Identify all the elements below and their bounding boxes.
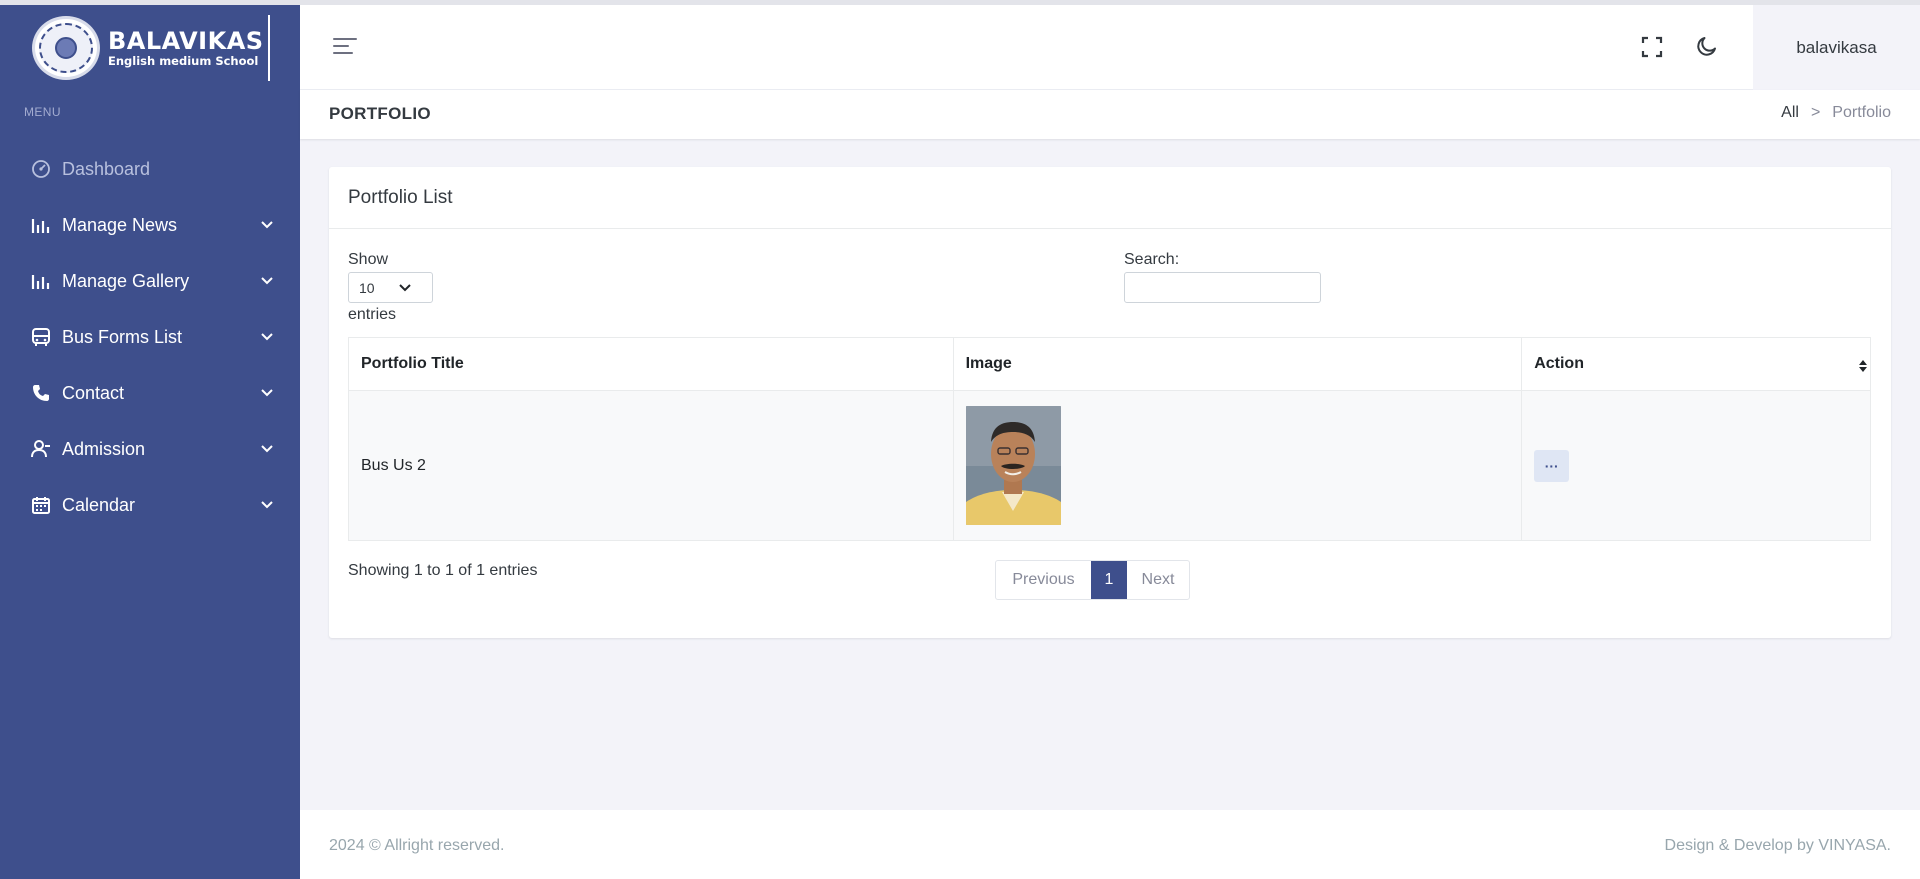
- sidebar-item-admission[interactable]: Admission: [0, 421, 300, 477]
- sidebar-item-label: Dashboard: [62, 158, 151, 179]
- sidebar-item-label: Admission: [62, 438, 146, 459]
- breadcrumb-link-all[interactable]: All: [1781, 104, 1799, 122]
- user-icon: [30, 438, 52, 460]
- breadcrumb-current: Portfolio: [1832, 104, 1891, 121]
- menu-heading: MENU: [24, 105, 61, 119]
- footer-credit: Design & Develop by VINYASA.: [1664, 837, 1891, 854]
- search-input[interactable]: [1124, 272, 1321, 303]
- calendar-icon: [30, 494, 52, 516]
- chevron-down-icon: [260, 330, 274, 344]
- school-seal-icon: [32, 16, 100, 80]
- speedometer-icon: [30, 158, 52, 180]
- sidebar-item-manage-gallery[interactable]: Manage Gallery: [0, 253, 300, 309]
- entries-select[interactable]: 10: [348, 272, 433, 303]
- sidebar-item-contact[interactable]: Contact: [0, 365, 300, 421]
- brand-logo[interactable]: BALAVIKAS English medium School: [32, 15, 270, 81]
- sidebar-nav: Dashboard Manage News Manage Gallery Bus…: [0, 141, 300, 533]
- sidebar-item-label: Bus Forms List: [62, 326, 183, 347]
- bus-icon: [30, 326, 52, 348]
- portfolio-table: Portfolio Title Image Action Bus Us 2 ··…: [348, 337, 1871, 541]
- sidebar-item-manage-news[interactable]: Manage News: [0, 197, 300, 253]
- bar-chart-icon: [30, 270, 52, 292]
- footer: 2024 © Allright reserved. Design & Devel…: [300, 810, 1920, 879]
- brand-title: BALAVIKAS: [108, 27, 264, 55]
- cell-image: [952, 390, 1523, 541]
- chevron-down-icon: [398, 281, 412, 295]
- cell-action: ···: [1521, 390, 1871, 541]
- sidebar: BALAVIKAS English medium School MENU Das…: [0, 0, 300, 879]
- card-header: Portfolio List: [329, 167, 1891, 229]
- top-header: balavikasa: [300, 5, 1920, 90]
- chevron-down-icon: [260, 274, 274, 288]
- search-label: Search:: [1124, 251, 1180, 268]
- top-border: [0, 0, 1920, 5]
- portfolio-list-card: Portfolio List Show 10 entries Search: P…: [329, 167, 1891, 638]
- column-header-portfolio-title[interactable]: Portfolio Title: [348, 337, 954, 391]
- column-header-image[interactable]: Image: [952, 337, 1523, 391]
- entries-select-value: 10: [359, 279, 375, 296]
- cell-portfolio-title: Bus Us 2: [348, 390, 954, 541]
- column-header-action[interactable]: Action: [1521, 337, 1871, 391]
- sidebar-item-label: Calendar: [62, 494, 136, 515]
- chevron-down-icon: [260, 498, 274, 512]
- brand-subtitle: English medium School: [108, 54, 259, 68]
- fullscreen-icon[interactable]: [1640, 35, 1664, 59]
- portrait-photo[interactable]: [965, 406, 1061, 525]
- breadcrumb: All > Portfolio: [1781, 104, 1891, 122]
- sidebar-item-dashboard[interactable]: Dashboard: [0, 141, 300, 197]
- hamburger-menu-icon[interactable]: [332, 35, 358, 57]
- column-header-action-label: Action: [1534, 355, 1584, 372]
- chevron-down-icon: [260, 386, 274, 400]
- pagination-page-1[interactable]: 1: [1091, 561, 1127, 599]
- table-header-row: Portfolio Title Image Action: [348, 337, 1871, 391]
- entries-label: entries: [348, 306, 397, 323]
- pagination-previous-button[interactable]: Previous: [996, 561, 1091, 599]
- table-info: Showing 1 to 1 of 1 entries: [348, 562, 538, 579]
- page-title: PORTFOLIO: [329, 104, 431, 123]
- footer-copyright: 2024 © Allright reserved.: [329, 837, 505, 854]
- sidebar-item-label: Manage News: [62, 214, 178, 235]
- table-row: Bus Us 2 ···: [348, 390, 1871, 541]
- row-actions-button[interactable]: ···: [1534, 449, 1570, 482]
- show-label: Show: [348, 251, 389, 268]
- sidebar-item-label: Contact: [62, 382, 125, 403]
- page-title-bar: PORTFOLIO All > Portfolio: [300, 90, 1920, 139]
- bar-chart-icon: [30, 214, 52, 236]
- breadcrumb-separator: >: [1810, 104, 1821, 121]
- card-title: Portfolio List: [348, 186, 453, 208]
- sidebar-item-label: Manage Gallery: [62, 270, 190, 291]
- phone-icon: [30, 382, 52, 404]
- chevron-down-icon: [260, 442, 274, 456]
- chevron-down-icon: [260, 218, 274, 232]
- user-menu[interactable]: balavikasa: [1753, 5, 1920, 90]
- moon-icon[interactable]: [1695, 34, 1719, 58]
- pagination-next-button[interactable]: Next: [1127, 561, 1189, 599]
- sort-icon: [1858, 358, 1868, 374]
- sidebar-item-calendar[interactable]: Calendar: [0, 477, 300, 533]
- pagination: Previous 1 Next: [995, 560, 1190, 600]
- sidebar-item-bus-forms-list[interactable]: Bus Forms List: [0, 309, 300, 365]
